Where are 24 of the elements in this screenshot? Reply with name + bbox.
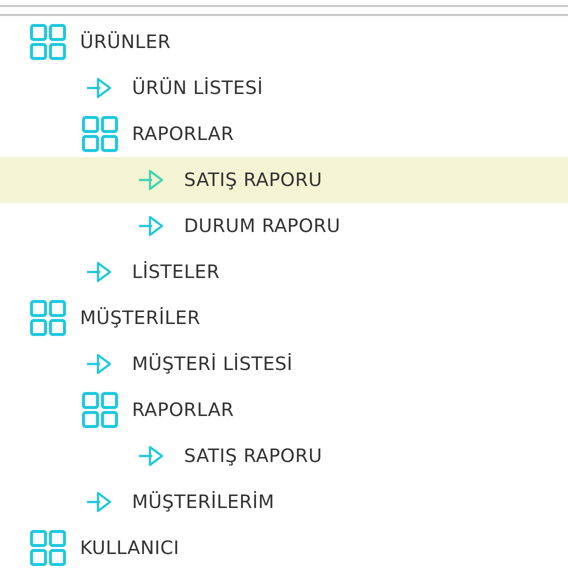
grid-icon xyxy=(30,24,66,60)
arrow-icon xyxy=(86,261,112,283)
tree-item[interactable]: MÜŞTERİ LİSTESİ xyxy=(0,341,568,387)
arrow-icon xyxy=(138,215,164,237)
tree-item[interactable]: DURUM RAPORU xyxy=(0,203,568,249)
tree-item[interactable]: KULLANICI xyxy=(0,525,568,568)
tree-item[interactable]: SATIŞ RAPORU xyxy=(0,157,568,203)
tree-item[interactable]: LİSTELER xyxy=(0,249,568,295)
arrow-icon xyxy=(138,445,164,467)
arrow-icon xyxy=(86,77,112,99)
grid-icon xyxy=(82,116,118,152)
tree-item[interactable]: ÜRÜNLER xyxy=(0,19,568,65)
grid-icon xyxy=(30,300,66,336)
grid-icon xyxy=(82,392,118,428)
tree-item[interactable]: ÜRÜN LİSTESİ xyxy=(0,65,568,111)
tree-item[interactable]: MÜŞTERİLERİM xyxy=(0,479,568,525)
tree-item[interactable]: RAPORLAR xyxy=(0,387,568,433)
tree-item[interactable]: SATIŞ RAPORU xyxy=(0,433,568,479)
arrow-icon xyxy=(86,491,112,513)
arrow-icon xyxy=(138,169,164,191)
arrow-icon xyxy=(86,353,112,375)
grid-icon xyxy=(30,530,66,566)
tree-item[interactable]: MÜŞTERİLER xyxy=(0,295,568,341)
tree-item[interactable]: RAPORLAR xyxy=(0,111,568,157)
